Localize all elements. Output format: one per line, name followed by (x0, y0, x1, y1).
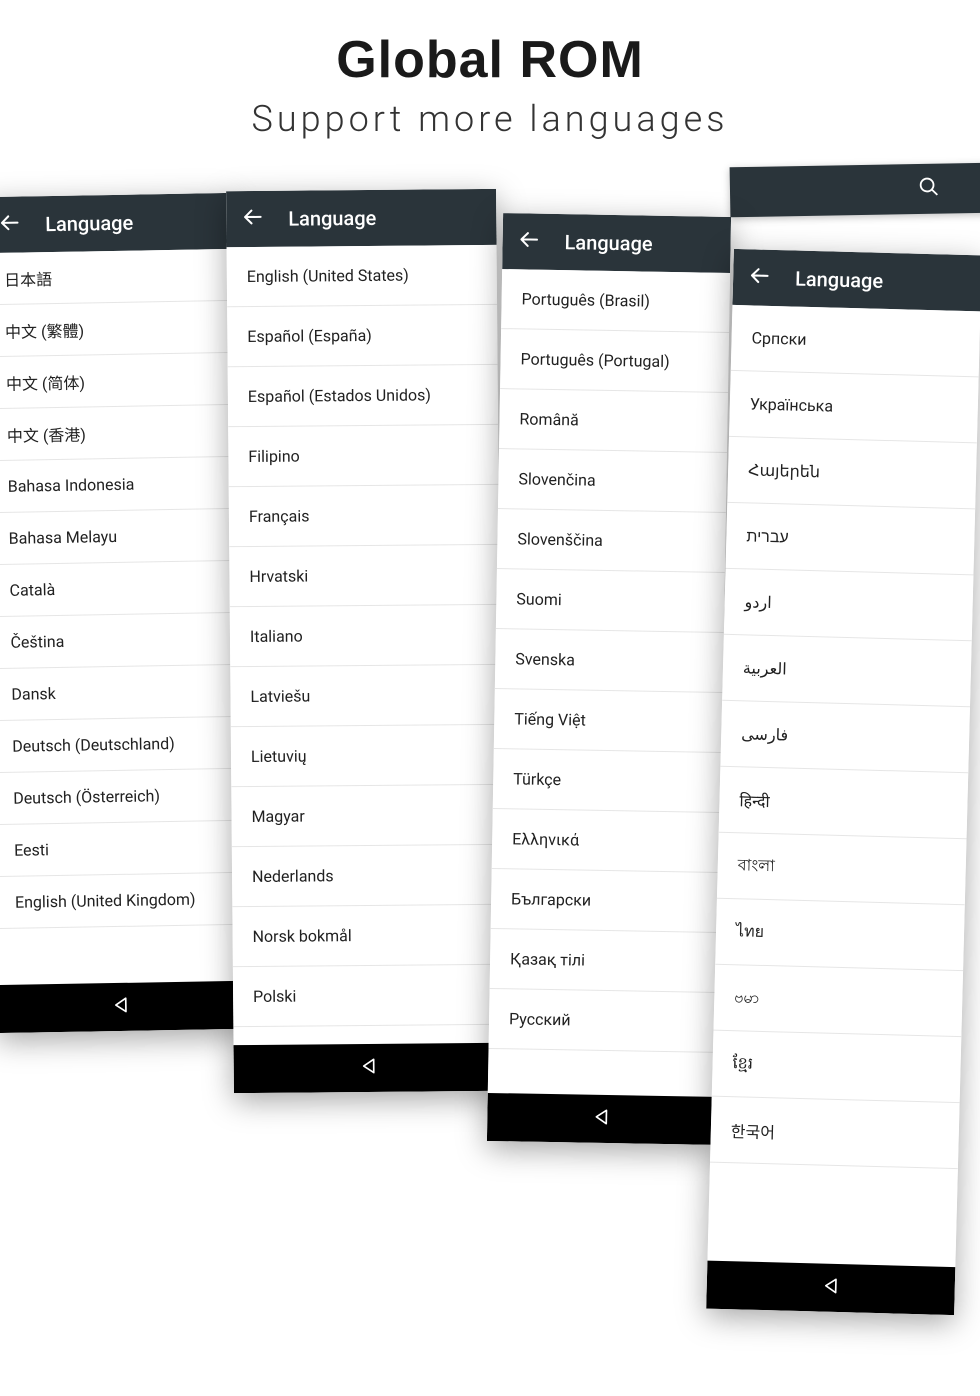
android-nav-bar (487, 1093, 716, 1145)
android-nav-bar (234, 1043, 504, 1093)
language-list[interactable]: 日本語中文 (繁體)中文 (简体)中文 (香港)Bahasa Indonesia… (0, 249, 244, 985)
language-item[interactable]: Türkçe (493, 749, 722, 813)
language-item[interactable]: Italiano (230, 605, 501, 667)
language-item[interactable]: Deutsch (Deutschland) (0, 717, 241, 773)
language-item[interactable]: 한국어 (710, 1097, 960, 1169)
nav-back-icon[interactable] (820, 1276, 841, 1301)
nav-back-icon[interactable] (111, 995, 131, 1019)
language-item[interactable]: English (United States) (227, 245, 498, 307)
language-item[interactable]: English (United Kingdom) (0, 873, 243, 929)
app-bar: Language (732, 249, 980, 311)
title-block: Global ROM Support more languages (0, 0, 980, 140)
app-bar: Language (0, 193, 232, 253)
language-item[interactable]: বাংলা (717, 833, 967, 905)
app-bar-title: Language (288, 206, 376, 231)
language-item[interactable]: Suomi (496, 569, 725, 633)
app-bar: Language (226, 189, 496, 247)
app-bar: Language (502, 213, 731, 273)
language-item[interactable]: Filipino (228, 425, 499, 487)
language-item[interactable]: Português (Portugal) (500, 329, 729, 393)
language-item[interactable]: Қазақ тілі (490, 929, 719, 993)
language-item[interactable]: Eesti (0, 821, 243, 877)
language-item[interactable]: Português (Brasil) (501, 269, 730, 333)
language-list[interactable]: Português (Brasil)Português (Portugal)Ro… (488, 269, 730, 1097)
language-item[interactable]: Français (229, 485, 500, 547)
language-item[interactable]: Lietuvių (231, 725, 502, 787)
language-item[interactable]: ဗမာ (713, 965, 963, 1037)
language-item[interactable]: Español (España) (227, 305, 498, 367)
language-item[interactable]: ไทย (715, 899, 965, 971)
android-nav-bar (0, 981, 245, 1033)
language-item[interactable]: Nederlands (232, 845, 503, 907)
language-item[interactable]: 中文 (繁體) (0, 301, 233, 357)
back-icon[interactable] (0, 212, 21, 238)
language-item[interactable]: Српски (731, 305, 980, 377)
language-item[interactable]: 日本語 (0, 249, 233, 305)
phone-panel-3: Language Português (Brasil)Português (Po… (487, 213, 731, 1145)
app-bar-title: Language (795, 267, 884, 293)
language-item[interactable]: اردو (724, 569, 974, 641)
page-title: Global ROM (0, 30, 980, 90)
phone-panel-2: Language English (United States)Español … (226, 189, 504, 1093)
back-icon[interactable] (518, 228, 540, 254)
nav-back-icon[interactable] (359, 1056, 379, 1080)
language-item[interactable]: Русский (489, 989, 718, 1053)
language-item[interactable]: Hrvatski (229, 545, 500, 607)
language-item[interactable]: Ελληνικά (492, 809, 721, 873)
language-item[interactable]: Magyar (231, 785, 502, 847)
language-item[interactable]: ខ្មែរ (712, 1031, 962, 1103)
language-item[interactable]: Українська (729, 371, 979, 443)
android-nav-bar (706, 1261, 955, 1315)
language-item[interactable]: Български (491, 869, 720, 933)
language-item[interactable]: हिन्दी (719, 767, 969, 839)
back-icon[interactable] (242, 206, 264, 232)
language-list[interactable]: СрпскиУкраїнськаՀայերենעבריתاردوالعربيةف… (707, 305, 980, 1267)
phone-panel-1: Language 日本語中文 (繁體)中文 (简体)中文 (香港)Bahasa … (0, 193, 245, 1033)
language-item[interactable]: Deutsch (Österreich) (0, 769, 242, 825)
language-list[interactable]: English (United States)Español (España)E… (227, 245, 504, 1045)
language-item[interactable]: Català (0, 561, 238, 617)
app-bar-title: Language (45, 211, 133, 237)
app-bar-title: Language (564, 230, 652, 256)
nav-back-icon[interactable] (591, 1107, 611, 1131)
language-item[interactable]: Română (499, 389, 728, 453)
page-subtitle: Support more languages (0, 98, 980, 140)
search-icon[interactable] (918, 176, 940, 202)
language-item[interactable]: Čeština (0, 613, 239, 669)
language-item[interactable]: Bahasa Indonesia (0, 457, 236, 513)
language-item[interactable]: Dansk (0, 665, 240, 721)
language-item[interactable]: עברית (726, 503, 976, 575)
language-item[interactable]: Bahasa Melayu (0, 509, 237, 565)
language-item[interactable]: Tiếng Việt (494, 689, 723, 753)
language-item[interactable]: 中文 (简体) (0, 353, 234, 409)
language-item[interactable]: Español (Estados Unidos) (228, 365, 499, 427)
language-item[interactable]: Norsk bokmål (232, 905, 503, 967)
language-item[interactable]: Polski (233, 965, 504, 1027)
language-item[interactable]: Slovenščina (497, 509, 726, 573)
language-item[interactable]: Հայերեն (727, 437, 977, 509)
search-bar-fragment (730, 163, 980, 218)
language-item[interactable]: Latviešu (230, 665, 501, 727)
phone-panel-4: Language СрпскиУкраїнськаՀայերենעבריתارد… (706, 249, 980, 1315)
back-icon[interactable] (749, 264, 772, 291)
language-item[interactable]: Slovenčina (498, 449, 727, 513)
language-item[interactable]: فارسی (720, 701, 970, 773)
language-item[interactable]: العربية (722, 635, 972, 707)
language-item[interactable]: 中文 (香港) (0, 405, 235, 461)
language-item[interactable]: Svenska (495, 629, 724, 693)
